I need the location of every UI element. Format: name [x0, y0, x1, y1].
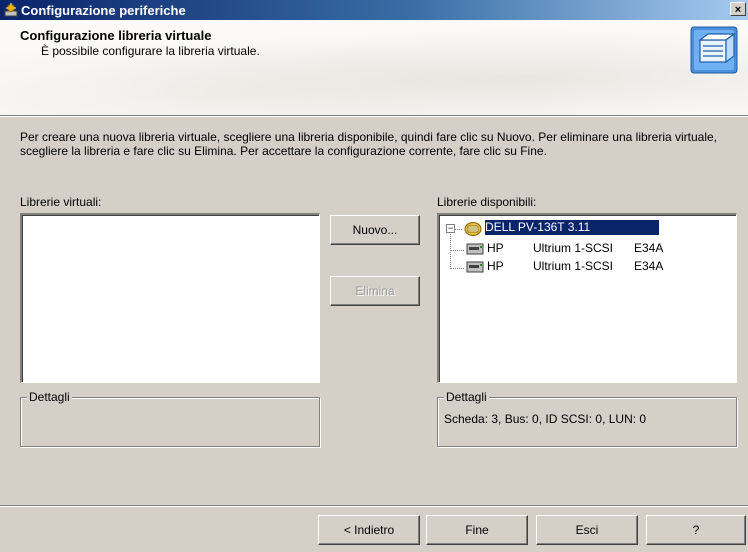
child-vendor: HP	[487, 259, 504, 273]
exit-button[interactable]: Esci	[536, 515, 638, 545]
close-icon: ×	[734, 4, 742, 16]
library-icon	[464, 222, 482, 236]
header-separator	[0, 116, 748, 117]
close-button[interactable]: ×	[730, 2, 746, 16]
delete-button[interactable]: Elimina	[330, 276, 420, 306]
child-model: Ultrium 1-SCSI	[533, 259, 614, 273]
available-details-legend: Dettagli	[444, 390, 489, 404]
new-button[interactable]: Nuovo...	[330, 215, 420, 245]
finish-button[interactable]: Fine	[426, 515, 528, 545]
library-wizard-icon	[690, 26, 738, 74]
child-model: Ultrium 1-SCSI	[533, 241, 614, 255]
available-libraries-label: Librerie disponibili:	[437, 195, 537, 209]
root-version: 3.11	[567, 220, 591, 234]
child-version: E34A	[634, 259, 664, 273]
app-icon	[4, 3, 18, 17]
tree-line	[450, 229, 451, 269]
child-version: E34A	[634, 241, 664, 255]
page-title: Configurazione libreria virtuale	[20, 28, 212, 43]
root-vendor: DELL	[485, 220, 515, 234]
root-model: PV-136T	[517, 220, 565, 234]
footer-separator-highlight	[0, 506, 748, 507]
tree-line	[454, 229, 462, 230]
instructions-text: Per creare una nuova libreria virtuale, …	[20, 130, 718, 158]
back-button[interactable]: < Indietro	[318, 515, 420, 545]
tape-drive-icon	[466, 243, 484, 255]
virtual-libraries-label: Librerie virtuali:	[20, 195, 102, 209]
title-bar: Configurazione periferiche ×	[0, 0, 748, 20]
virtual-details-legend: Dettagli	[27, 390, 72, 404]
tree-item-child[interactable]: HP Ultrium 1-SCSI E34A	[487, 259, 727, 274]
tree-expander[interactable]: −	[446, 224, 455, 233]
tree-item-child[interactable]: HP Ultrium 1-SCSI E34A	[487, 241, 727, 256]
wizard-header: Configurazione libreria virtuale È possi…	[0, 20, 748, 116]
virtual-details-group: Dettagli	[20, 390, 320, 447]
tree-line	[450, 250, 464, 251]
tape-drive-icon	[466, 261, 484, 273]
help-button[interactable]: ?	[646, 515, 746, 545]
window-title: Configurazione periferiche	[21, 3, 186, 18]
available-libraries-tree[interactable]: − DELL PV-136T 3.11 HP Ultrium 1-SCSI E3…	[437, 213, 737, 383]
tree-item-root[interactable]: DELL PV-136T 3.11	[484, 219, 660, 236]
tree-line	[450, 268, 464, 269]
page-subtitle: È possibile configurare la libreria virt…	[41, 44, 260, 58]
available-details-group: Dettagli Scheda: 3, Bus: 0, ID SCSI: 0, …	[437, 390, 737, 447]
child-vendor: HP	[487, 241, 504, 255]
virtual-libraries-list[interactable]	[20, 213, 320, 383]
available-details-text: Scheda: 3, Bus: 0, ID SCSI: 0, LUN: 0	[444, 412, 647, 426]
